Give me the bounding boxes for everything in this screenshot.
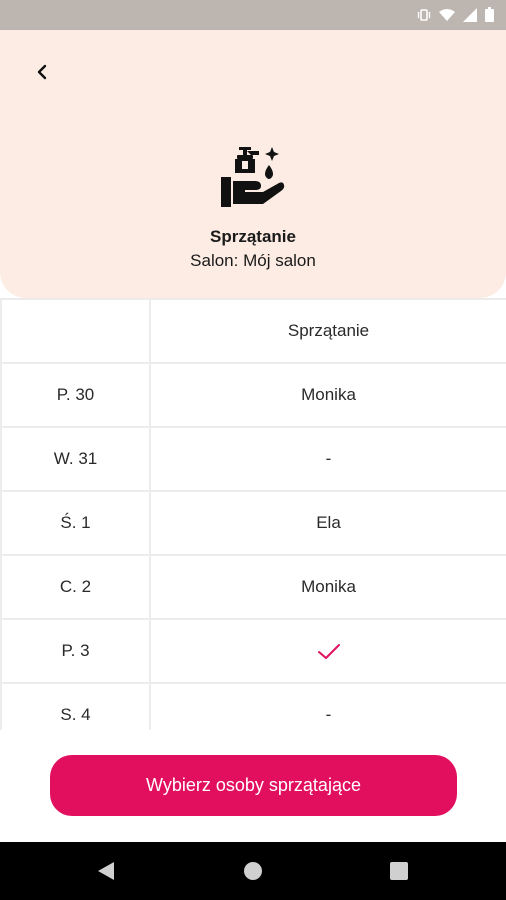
column-header: Sprzątanie xyxy=(149,298,506,364)
table-row[interactable]: S. 4 - xyxy=(0,682,506,730)
wifi-icon xyxy=(439,8,455,21)
assignee-cell[interactable]: Ela xyxy=(149,490,506,556)
hand-wash-icon xyxy=(221,147,285,207)
nav-back-icon[interactable] xyxy=(97,861,115,881)
bottom-action-area: Wybierz osoby sprzątające xyxy=(0,730,506,842)
battery-icon xyxy=(485,7,494,22)
day-cell: C. 2 xyxy=(0,554,151,620)
vibrate-icon xyxy=(417,8,431,21)
day-cell: Ś. 1 xyxy=(0,490,151,556)
status-bar xyxy=(0,0,506,30)
day-cell: W. 31 xyxy=(0,426,151,492)
page-title: Sprzątanie xyxy=(210,227,296,246)
back-button[interactable] xyxy=(26,56,58,88)
chevron-left-icon xyxy=(37,64,47,80)
day-cell: S. 4 xyxy=(0,682,151,730)
assignee-cell[interactable] xyxy=(149,618,506,684)
table-row[interactable]: P. 3 xyxy=(0,618,506,684)
header: Sprzątanie Salon: Mój salon xyxy=(0,30,506,298)
signal-icon xyxy=(463,7,477,22)
schedule-table: Sprzątanie P. 30 Monika W. 31 - Ś. 1 Ela… xyxy=(0,298,506,730)
assignee-cell[interactable]: Monika xyxy=(149,362,506,428)
table-row[interactable]: W. 31 - xyxy=(0,426,506,492)
assignee-cell[interactable]: - xyxy=(149,682,506,730)
table-row[interactable]: P. 30 Monika xyxy=(0,362,506,428)
table-row[interactable]: Ś. 1 Ela xyxy=(0,490,506,556)
status-icons xyxy=(417,7,494,22)
day-cell: P. 3 xyxy=(0,618,151,684)
checkmark-icon xyxy=(317,643,340,659)
assignee-cell[interactable]: - xyxy=(149,426,506,492)
assignee-cell[interactable]: Monika xyxy=(149,554,506,620)
day-cell: P. 30 xyxy=(0,362,151,428)
system-nav-bar xyxy=(0,842,506,900)
table-header-row: Sprzątanie xyxy=(0,298,506,364)
nav-home-icon[interactable] xyxy=(244,862,262,880)
empty-header-cell xyxy=(0,298,151,364)
salon-subtitle: Salon: Mój salon xyxy=(190,251,316,270)
choose-cleaners-button[interactable]: Wybierz osoby sprzątające xyxy=(50,755,457,816)
table-row[interactable]: C. 2 Monika xyxy=(0,554,506,620)
nav-recent-icon[interactable] xyxy=(390,862,408,880)
